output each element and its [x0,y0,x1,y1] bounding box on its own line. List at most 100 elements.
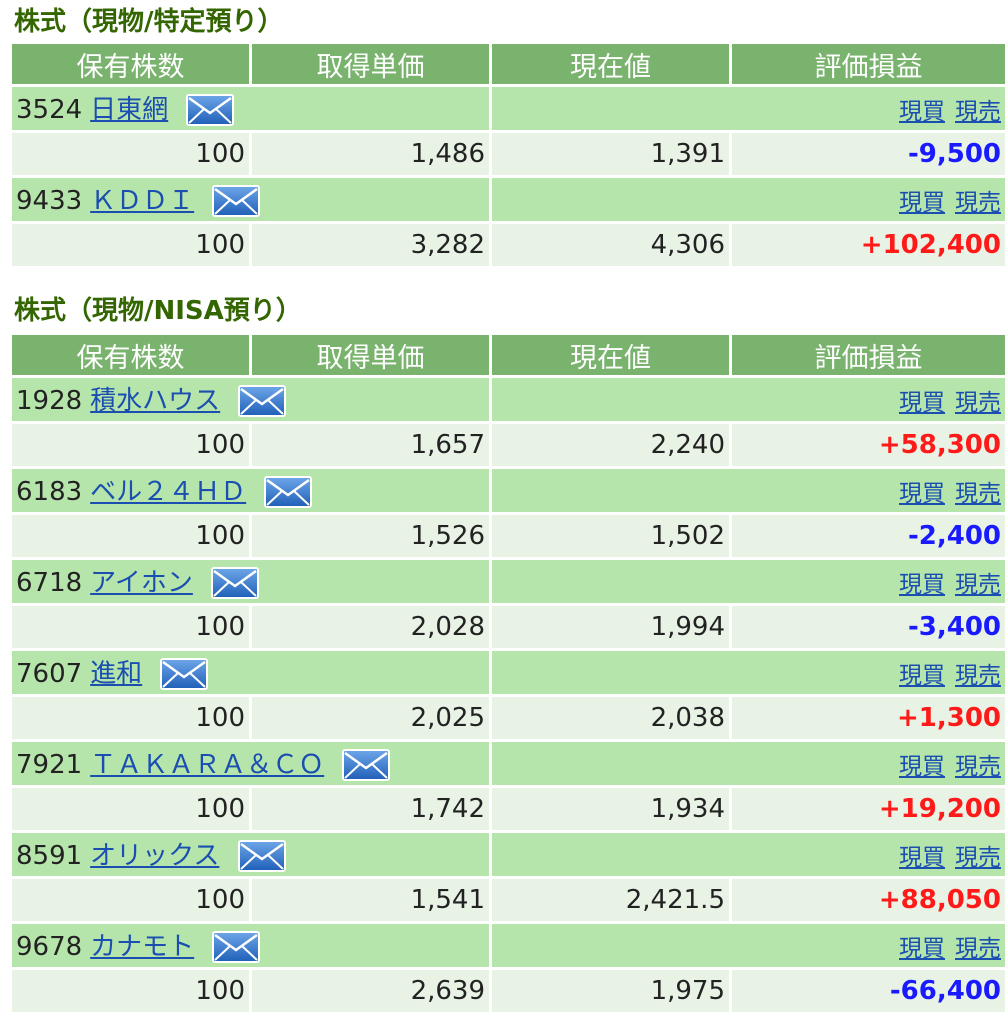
stock-name-link[interactable]: ＫＤＤＩ [90,186,194,216]
stock-data-row: 100 1,526 1,502 -2,400 [12,515,1005,557]
column-header: 評価損益 [732,44,1005,84]
stock-name-cell: 3524 日東網 [12,87,489,130]
column-header: 保有株数 [12,335,249,375]
stock-code: 6183 [16,476,83,507]
stock-name-row: 1928 積水ハウス 現買 現売 [12,378,1005,421]
sell-link[interactable]: 現売 [955,99,1001,125]
sell-link[interactable]: 現売 [955,390,1001,416]
stock-data-row: 100 1,657 2,240 +58,300 [12,424,1005,466]
buy-link[interactable]: 現買 [899,936,945,962]
mail-icon[interactable] [212,183,261,219]
quantity-cell: 100 [12,424,249,466]
stock-name-cell: 9433 ＫＤＤＩ [12,178,489,221]
stock-data-row: 100 1,486 1,391 -9,500 [12,133,1005,175]
table-header-row: 保有株数 取得単価 現在値 評価損益 [12,44,1005,84]
quantity-cell: 100 [12,697,249,739]
mail-icon[interactable] [238,383,287,419]
sell-link[interactable]: 現売 [955,663,1001,689]
holdings-table: 保有株数 取得単価 現在値 評価損益 3524 日東網 現買 現売 100 1,486 1,391… [9,41,1008,269]
stock-name-link[interactable]: カナモト [90,932,194,962]
price-cell: 4,306 [492,224,729,266]
sell-link[interactable]: 現売 [955,754,1001,780]
stock-code: 1928 [16,385,83,416]
buy-link[interactable]: 現買 [899,390,945,416]
cost-cell: 1,657 [252,424,489,466]
sell-link[interactable]: 現売 [955,190,1001,216]
cost-cell: 2,639 [252,970,489,1012]
sell-link[interactable]: 現売 [955,845,1001,871]
sell-link[interactable]: 現売 [955,936,1001,962]
price-cell: 1,502 [492,515,729,557]
stock-name-link[interactable]: オリックス [90,841,219,871]
quantity-cell: 100 [12,515,249,557]
section-title: 株式（現物/NISA預り） [14,296,302,326]
stock-name-cell: 6183 ベル２４ＨＤ [12,469,489,512]
profit-loss-cell: +102,400 [732,224,1005,266]
stock-name-cell: 7921 ＴＡＫＡＲＡ＆ＣＯ [12,742,489,785]
stock-data-row: 100 1,742 1,934 +19,200 [12,788,1005,830]
column-header: 現在値 [492,44,729,84]
cost-cell: 1,541 [252,879,489,921]
trade-links-cell: 現買 現売 [492,178,1005,221]
section-title: 株式（現物/特定預り） [14,7,284,37]
stock-name-row: 8591 オリックス 現買 現売 [12,833,1005,876]
stock-data-row: 100 3,282 4,306 +102,400 [12,224,1005,266]
profit-loss-cell: -9,500 [732,133,1005,175]
price-cell: 1,934 [492,788,729,830]
stock-name-link[interactable]: ＴＡＫＡＲＡ＆ＣＯ [90,750,324,780]
mail-icon[interactable] [186,92,235,128]
price-cell: 1,975 [492,970,729,1012]
profit-loss-cell: +58,300 [732,424,1005,466]
mail-icon[interactable] [212,929,261,965]
column-header: 保有株数 [12,44,249,84]
buy-link[interactable]: 現買 [899,845,945,871]
column-header: 取得単価 [252,335,489,375]
buy-link[interactable]: 現買 [899,663,945,689]
profit-loss-cell: -2,400 [732,515,1005,557]
sell-link[interactable]: 現売 [955,481,1001,507]
trade-links-cell: 現買 現売 [492,924,1005,967]
stock-data-row: 100 2,639 1,975 -66,400 [12,970,1005,1012]
stock-name-row: 9678 カナモト 現買 現売 [12,924,1005,967]
stock-data-row: 100 2,028 1,994 -3,400 [12,606,1005,648]
cost-cell: 3,282 [252,224,489,266]
mail-icon[interactable] [264,474,313,510]
buy-link[interactable]: 現買 [899,572,945,598]
stock-name-link[interactable]: ベル２４ＨＤ [90,477,246,507]
sell-link[interactable]: 現売 [955,572,1001,598]
price-cell: 1,391 [492,133,729,175]
trade-links-cell: 現買 現売 [492,378,1005,421]
stock-name-cell: 7607 進和 [12,651,489,694]
stock-data-row: 100 1,541 2,421.5 +88,050 [12,879,1005,921]
buy-link[interactable]: 現買 [899,99,945,125]
stock-name-link[interactable]: アイホン [90,568,193,598]
profit-loss-cell: +1,300 [732,697,1005,739]
cost-cell: 1,486 [252,133,489,175]
trade-links-cell: 現買 現売 [492,469,1005,512]
buy-link[interactable]: 現買 [899,754,945,780]
holdings-section: 株式（現物/NISA預り） 保有株数 取得単価 現在値 評価損益 1928 積水ハウス 現買… [0,287,1008,1015]
column-header: 評価損益 [732,335,1005,375]
stock-name-row: 3524 日東網 現買 現売 [12,87,1005,130]
quantity-cell: 100 [12,606,249,648]
quantity-cell: 100 [12,224,249,266]
mail-icon[interactable] [160,656,209,692]
quantity-cell: 100 [12,133,249,175]
mail-icon[interactable] [211,565,260,601]
profit-loss-cell: -66,400 [732,970,1005,1012]
quantity-cell: 100 [12,970,249,1012]
trade-links-cell: 現買 現売 [492,560,1005,603]
stock-name-row: 7921 ＴＡＫＡＲＡ＆ＣＯ 現買 現売 [12,742,1005,785]
trade-links-cell: 現買 現売 [492,833,1005,876]
trade-links-cell: 現買 現売 [492,87,1005,130]
mail-icon[interactable] [342,747,391,783]
stock-name-link[interactable]: 進和 [90,659,142,689]
stock-name-link[interactable]: 積水ハウス [90,386,220,416]
buy-link[interactable]: 現買 [899,190,945,216]
price-cell: 2,038 [492,697,729,739]
holdings-table: 保有株数 取得単価 現在値 評価損益 1928 積水ハウス 現買 現売 100 1,657 2,2… [9,332,1008,1015]
buy-link[interactable]: 現買 [899,481,945,507]
stock-name-link[interactable]: 日東網 [90,95,168,125]
mail-icon[interactable] [237,838,286,874]
stock-name-cell: 9678 カナモト [12,924,489,967]
